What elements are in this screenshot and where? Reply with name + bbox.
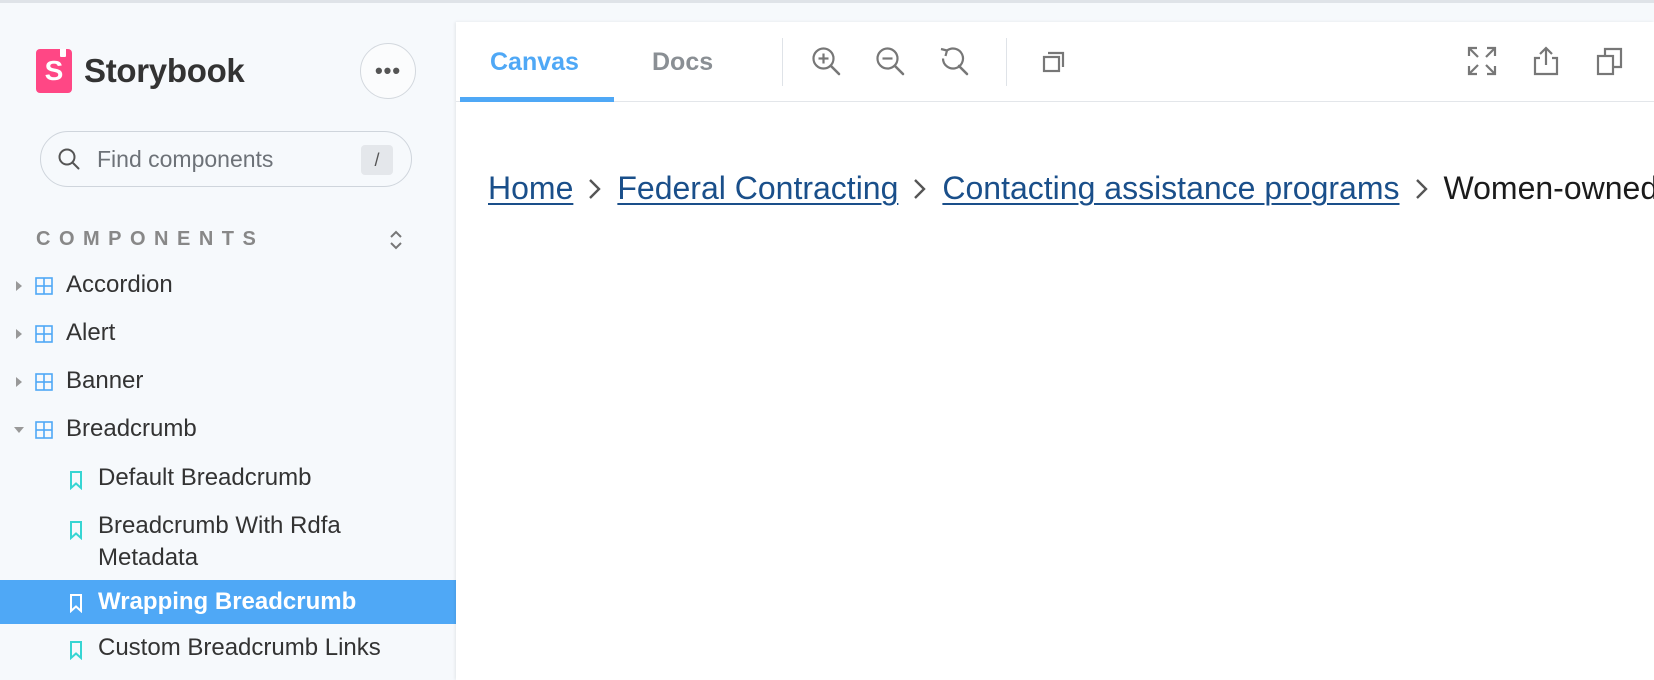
search-icon [58,148,80,170]
story-label: Default Breadcrumb [98,464,312,491]
story-label: Breadcrumb With Rdfa Metadata [98,512,341,571]
breadcrumb: Home Federal Contracting Contacting assi… [488,170,1654,207]
bookmark-icon [70,594,82,613]
story-label: Wrapping Breadcrumb [98,588,357,615]
sidebar-item-banner[interactable]: Banner [0,358,456,406]
zoom-in-icon[interactable] [810,45,842,77]
copy-link-icon[interactable] [1594,45,1626,77]
component-grid-icon [35,421,53,439]
bookmark-icon [70,521,82,540]
storybook-logo-icon: S [36,49,72,93]
active-tab-indicator [460,97,614,102]
breadcrumb-link-contacting-assistance-programs[interactable]: Contacting assistance programs [942,170,1399,207]
outline-icon[interactable] [1038,45,1070,77]
search-box[interactable]: / [40,131,412,187]
chevron-right-icon [1415,178,1428,199]
sidebar: S Storybook ••• / COMPONENTS Accordion A… [0,3,456,680]
sidebar-item-accordion[interactable]: Accordion [0,262,456,310]
story-default-breadcrumb[interactable]: Default Breadcrumb [0,454,456,502]
zoom-out-icon[interactable] [874,45,906,77]
component-grid-icon [35,373,53,391]
reset-zoom-icon[interactable] [938,45,970,77]
sidebar-item-breadcrumb[interactable]: Breadcrumb [0,406,456,454]
sidebar-item-alert[interactable]: Alert [0,310,456,358]
story-wrapping-breadcrumb[interactable]: Wrapping Breadcrumb [0,580,456,624]
component-grid-icon [35,277,53,295]
caret-right-icon [16,281,22,291]
search-shortcut-key: / [361,145,393,175]
sidebar-item-label: Banner [66,367,144,394]
bookmark-icon [70,471,82,490]
tab-docs[interactable]: Docs [652,48,713,77]
sidebar-item-label: Accordion [66,271,173,298]
story-breadcrumb-with-rdfa-metadata[interactable]: Breadcrumb With Rdfa Metadata [0,502,456,580]
bookmark-icon [70,641,82,660]
toolbar-divider [782,38,783,86]
caret-right-icon [16,377,22,387]
component-grid-icon [35,325,53,343]
toolbar-divider [1006,38,1007,86]
breadcrumb-current-page: Women-owned [1443,170,1654,206]
tab-canvas[interactable]: Canvas [490,48,579,77]
caret-down-icon [14,427,24,433]
sidebar-menu-button[interactable]: ••• [360,43,416,99]
brand-name: Storybook [84,52,245,89]
sidebar-item-label: Breadcrumb [66,415,197,442]
search-input[interactable] [97,144,347,174]
breadcrumb-link-home[interactable]: Home [488,170,573,207]
toolbar: Canvas Docs [456,22,1654,102]
expand-collapse-icon[interactable] [386,227,406,253]
story-custom-breadcrumb-links[interactable]: Custom Breadcrumb Links [0,624,456,672]
caret-right-icon [16,329,22,339]
chevron-right-icon [914,178,927,199]
breadcrumb-link-federal-contracting[interactable]: Federal Contracting [617,170,898,207]
storybook-brand[interactable]: S Storybook [36,49,245,93]
fullscreen-icon[interactable] [1466,45,1498,77]
chevron-right-icon [589,178,602,199]
share-icon[interactable] [1530,45,1562,77]
sidebar-item-label: Alert [66,319,116,346]
story-label: Custom Breadcrumb Links [98,634,381,661]
preview-panel: Canvas Docs Home Federal Contracting Con… [456,22,1654,680]
components-section-title[interactable]: COMPONENTS [36,228,264,251]
